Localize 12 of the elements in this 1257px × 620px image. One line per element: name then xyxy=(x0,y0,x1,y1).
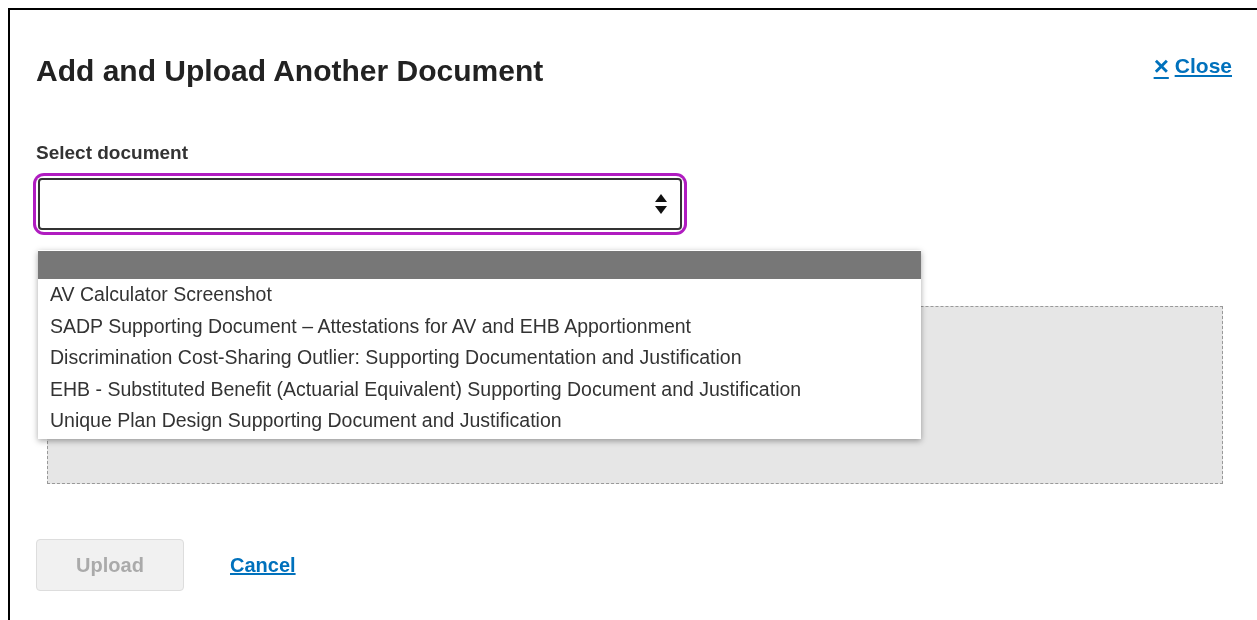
dialog-title: Add and Upload Another Document xyxy=(36,53,544,89)
dropdown-option[interactable]: Unique Plan Design Supporting Document and Justification xyxy=(38,405,921,437)
dropdown-option[interactable]: Discrimination Cost-Sharing Outlier: Supporting Documentation and Justification xyxy=(38,342,921,374)
close-link[interactable]: × Close xyxy=(1153,50,1232,82)
dropdown-option[interactable]: AV Calculator Screenshot xyxy=(38,279,921,311)
dropdown-option[interactable]: EHB - Substituted Benefit (Actuarial Equivalent) Supporting Document and Justification xyxy=(38,373,921,405)
field-label: Select document xyxy=(36,141,190,165)
dropdown-option[interactable]: SADP Supporting Document – Attestations for AV and EHB Apportionment xyxy=(38,310,921,342)
close-icon: × xyxy=(1153,52,1169,79)
sort-arrows-icon xyxy=(654,192,668,215)
cancel-link[interactable]: Cancel xyxy=(230,549,296,580)
select-field[interactable] xyxy=(38,177,682,230)
